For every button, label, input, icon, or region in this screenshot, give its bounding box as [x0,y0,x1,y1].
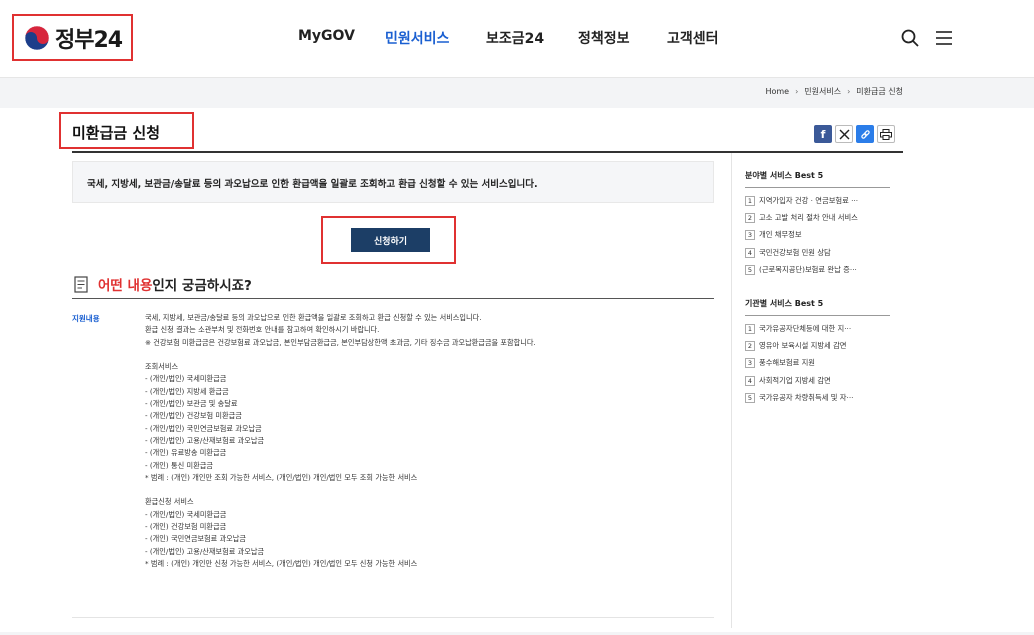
org-best-list: 1 국가유공자단체등에 대한 지··· 2 영유아 보육시설 지방세 감면 3 풍수해보험… [745,320,895,407]
detail-line: - (개인/법인) 고용/산재보험료 과오납금 [145,546,265,556]
rank-number: 4 [745,247,755,258]
detail-line: * 범례 : (개인) 개인만 조회 가능한 서비스, (개인/법인) 개인/법… [145,472,418,482]
page-title: 미환급금 신청 [72,124,161,142]
rank-number: 1 [745,323,755,334]
link-icon[interactable] [856,125,874,143]
detail-line: - (개인/법인) 지방세 환급금 [145,386,229,396]
detail-line: - (개인/법인) 국세미환급금 [145,509,227,519]
taegeuk-logo-icon [24,25,50,50]
org-best-item[interactable]: 1 국가유공자단체등에 대한 지··· [745,320,895,337]
nav-item-mygov[interactable]: MyGOV [298,28,355,44]
org-best-item[interactable]: 5 국가유공자 차량취득세 및 자··· [745,390,895,407]
detail-line: - (개인/법인) 국민연금보험료 과오납금 [145,423,262,433]
hamburger-menu-icon[interactable] [934,28,954,48]
org-best-item-label: 국가유공자 차량취득세 및 자··· [759,393,854,403]
detail-line: 환급 신청 결과는 소관부처 및 전화번호 안내를 참고하여 확인하시기 바랍니… [145,325,380,335]
field-best-item-label: (근로복지공단)보험료 완납 증··· [759,265,857,275]
detail-line: - (개인/법인) 고용/산재보험료 과오납금 [145,435,265,445]
chevron-right-icon: › [795,87,799,96]
section-title-highlight: 어떤 내용 [98,278,153,294]
org-best-item-label: 국가유공자단체등에 대한 지··· [759,323,852,333]
section-divider [72,298,714,299]
share-toolbar: f [814,125,895,143]
field-best-item[interactable]: 5 (근로복지공단)보험료 완납 증··· [745,262,895,279]
breadcrumb-civil-services[interactable]: 민원서비스 [804,86,841,97]
org-best-item-label: 영유아 보육시설 지방세 감면 [759,341,847,351]
field-best-list: 1 지역가입자 건강 · 연금보험료 ··· 2 고소 고발 처리 절차 안내 서비스… [745,192,895,279]
org-best-rule [745,315,890,316]
detail-line: - (개인) 건강보험 미환급금 [145,522,227,532]
detail-line: 조회서비스 [145,362,179,372]
rank-number: 5 [745,393,755,404]
detail-line: 환급신청 서비스 [145,497,194,507]
section-title: 어떤 내용인지 궁금하시죠? [98,274,252,294]
detail-blank-line [145,349,705,361]
nav-item-subsidy24[interactable]: 보조금24 [486,28,544,48]
print-icon[interactable] [877,125,895,143]
org-best-item[interactable]: 4 사회적기업 지방세 감면 [745,372,895,389]
rank-number: 4 [745,375,755,386]
nav-item-civil-services[interactable]: 민원서비스 [385,28,449,48]
breadcrumb: Home › 민원서비스 › 미환급금 신청 [765,86,903,97]
site-header: 정부24 MyGOV 민원서비스 보조금24 정책정보 고객센터 [0,0,1034,78]
sidebar-divider [731,153,732,628]
detail-line: ※ 건강보험 미환급금은 건강보험료 과오납금, 본인부담금환급금, 본인부담상… [145,337,536,347]
breadcrumb-bar: Home › 민원서비스 › 미환급금 신청 [0,78,1034,108]
facebook-icon[interactable]: f [814,125,832,143]
service-summary-box: 국세, 지방세, 보관금/송달료 등의 과오납으로 인한 환급액을 일괄로 조회… [72,161,714,203]
rank-number: 3 [745,358,755,369]
breadcrumb-current: 미환급금 신청 [856,87,903,96]
search-icon[interactable] [900,28,920,48]
content-bottom-divider [72,617,714,618]
breadcrumb-home[interactable]: Home [765,87,789,96]
rank-number: 3 [745,230,755,241]
rank-number: 2 [745,213,755,224]
field-best-item-label: 고소 고발 처리 절차 안내 서비스 [759,213,858,223]
apply-button[interactable]: 신청하기 [351,228,430,252]
field-best-item-label: 개인 채무정보 [759,230,802,240]
field-best-item[interactable]: 4 국민건강보험 민원 상담 [745,244,895,261]
detail-content: 국세, 지방세, 보관금/송달료 등의 과오납으로 인한 환급액을 일괄로 조회… [145,312,705,570]
detail-label: 지원내용 [72,314,100,323]
rank-number: 2 [745,341,755,352]
detail-blank-line [145,484,705,496]
field-best-item-label: 지역가입자 건강 · 연금보험료 ··· [759,195,859,205]
org-best-item[interactable]: 3 풍수해보험료 지원 [745,355,895,372]
field-best-rule [745,187,890,188]
org-best-item-label: 사회적기업 지방세 감면 [759,375,831,385]
detail-line: - (개인/법인) 국세미환급금 [145,374,227,384]
logo-text: 정부24 [55,27,123,53]
org-best-title: 기관별 서비스 Best 5 [745,299,824,308]
field-best-item[interactable]: 2 고소 고발 처리 절차 안내 서비스 [745,209,895,226]
detail-line: - (개인) 국민연금보험료 과오납금 [145,534,247,544]
org-best-item[interactable]: 2 영유아 보육시설 지방세 감면 [745,337,895,354]
field-best-item-label: 국민건강보험 민원 상담 [759,247,831,257]
chevron-right-icon: › [847,87,851,96]
nav-item-customer-center[interactable]: 고객센터 [667,28,719,48]
nav-item-policy-info[interactable]: 정책정보 [578,28,630,48]
rank-number: 5 [745,265,755,276]
service-summary-text: 국세, 지방세, 보관금/송달료 등의 과오납으로 인한 환급액을 일괄로 조회… [87,179,538,190]
detail-line: - (개인) 통신 미환급금 [145,460,213,470]
document-icon [74,275,88,293]
org-best-item-label: 풍수해보험료 지원 [759,358,816,368]
site-logo[interactable]: 정부24 [12,14,133,61]
x-icon[interactable] [835,125,853,143]
rank-number: 1 [745,195,755,206]
detail-line: * 범례 : (개인) 개인만 신청 가능한 서비스, (개인/법인) 개인/법… [145,558,418,568]
title-divider [72,151,903,153]
field-best-item[interactable]: 3 개인 채무정보 [745,227,895,244]
field-best-item[interactable]: 1 지역가입자 건강 · 연금보험료 ··· [745,192,895,209]
detail-line: - (개인/법인) 건강보험 미환급금 [145,411,242,421]
detail-line: - (개인/법인) 보관금 및 송달료 [145,399,238,409]
section-title-rest: 인지 궁금하시죠? [152,278,252,294]
section-heading: 어떤 내용인지 궁금하시죠? [74,274,252,294]
detail-line: - (개인) 유료방송 미환급금 [145,448,227,458]
detail-line: 국세, 지방세, 보관금/송달료 등의 과오납으로 인한 환급액을 일괄로 조회… [145,313,482,322]
field-best-title: 분야별 서비스 Best 5 [745,171,824,180]
